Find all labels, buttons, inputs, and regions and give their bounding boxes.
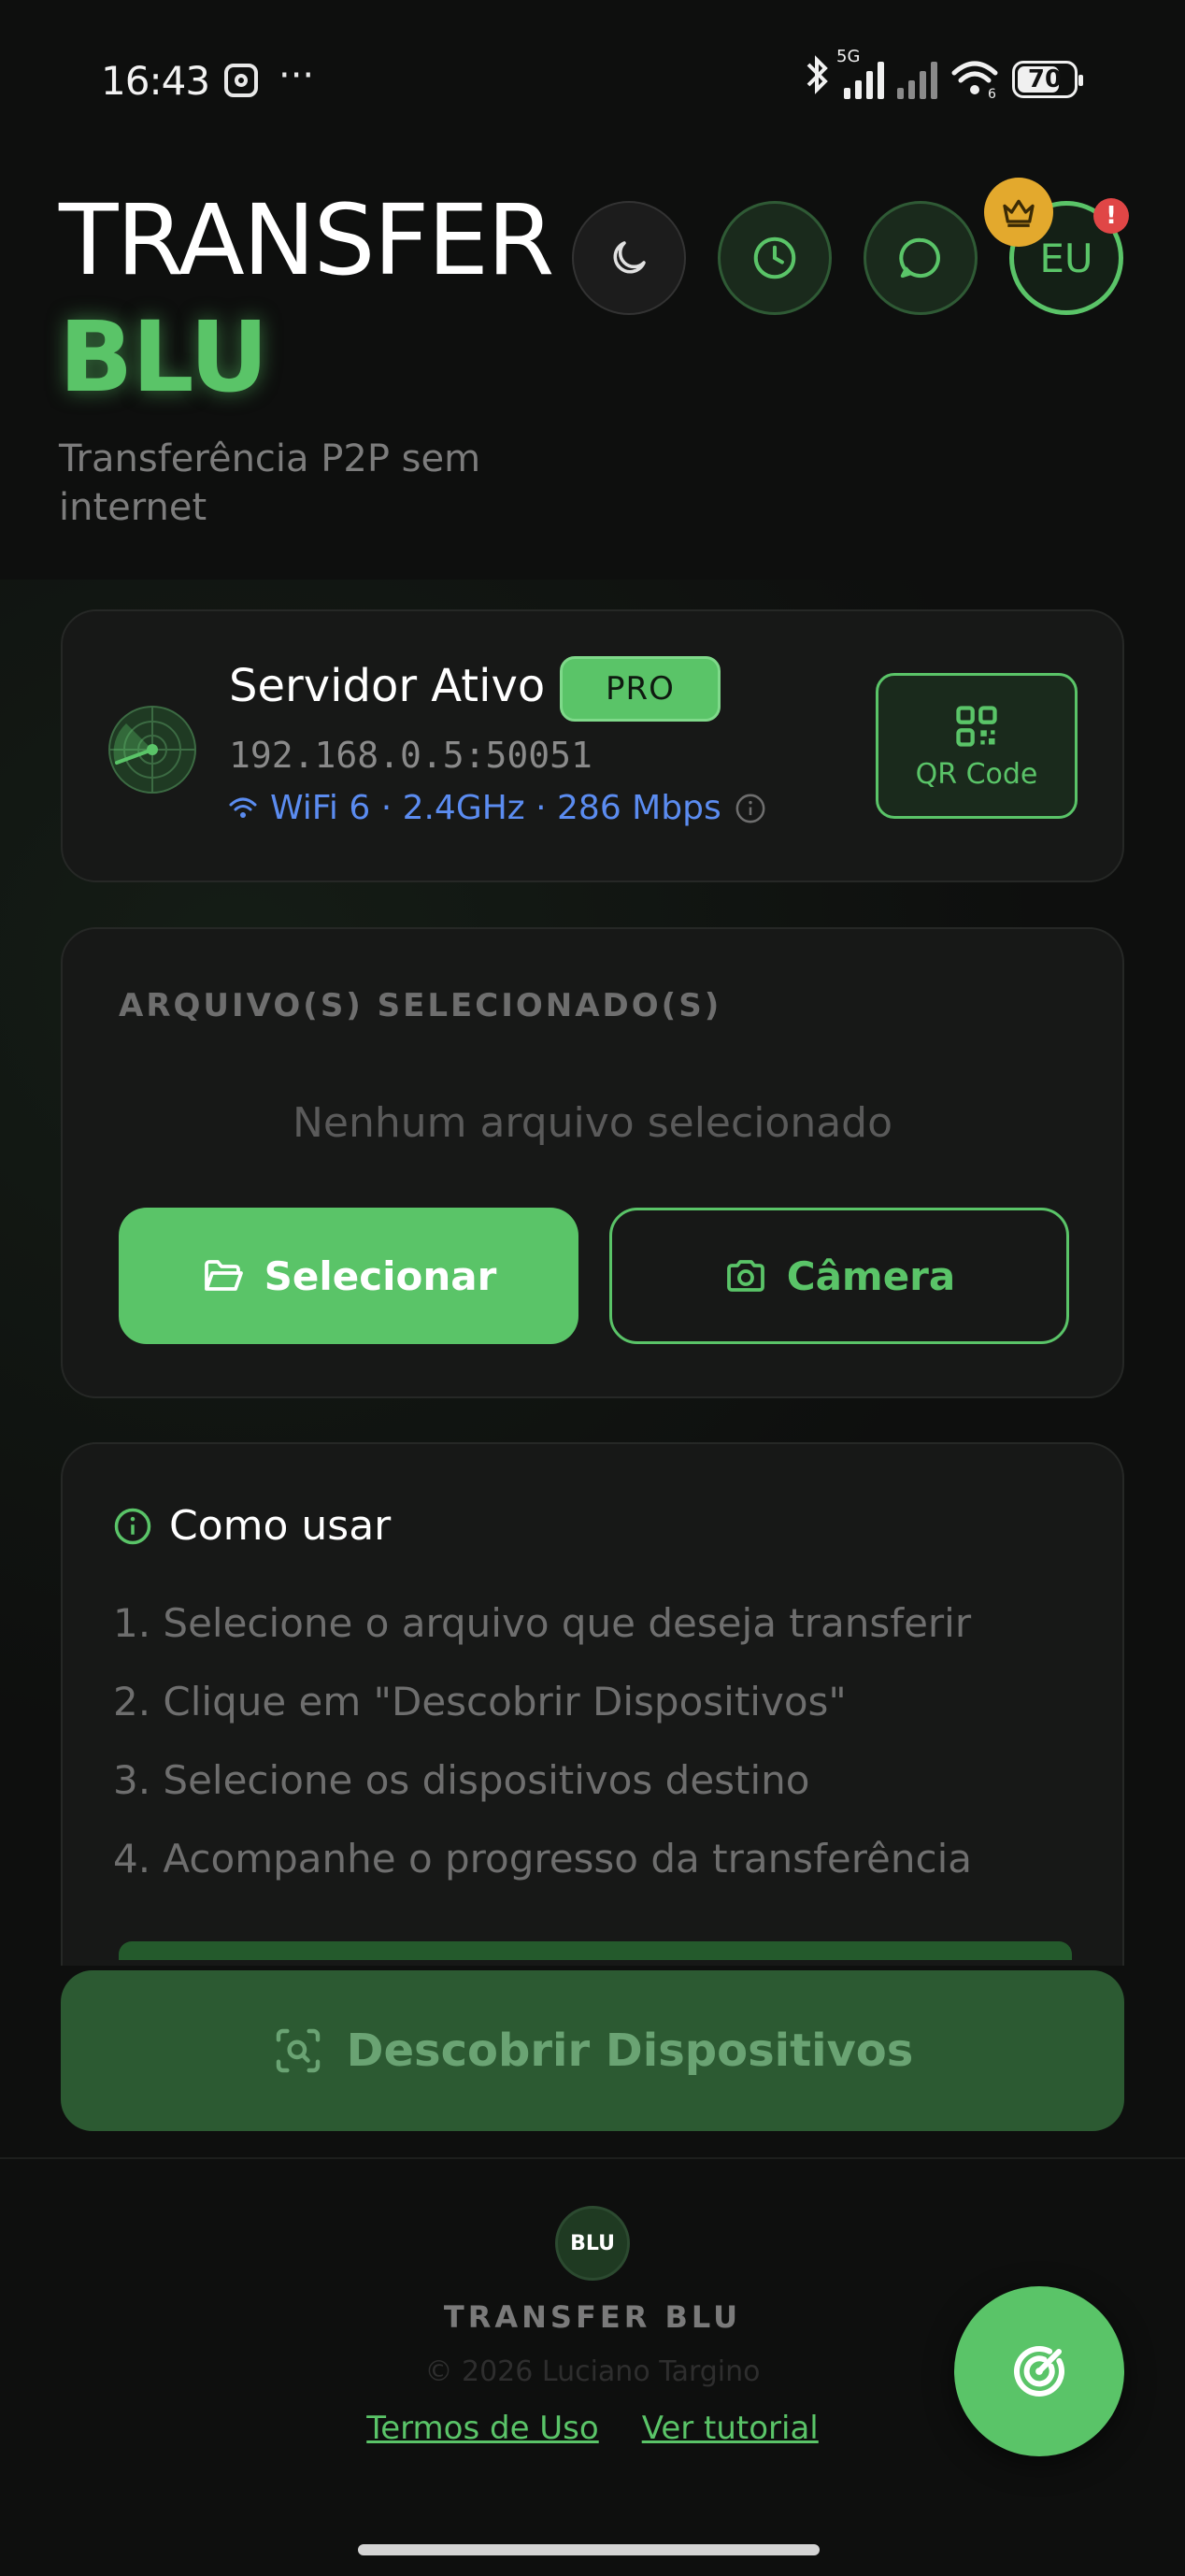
wifi-info-text: WiFi 6 · 2.4GHz · 286 Mbps — [270, 789, 721, 827]
instagram-icon — [224, 64, 258, 97]
home-indicator[interactable] — [358, 2544, 820, 2555]
how-to-card: Como usar 1. Selecione o arquivo que des… — [61, 1442, 1124, 1966]
wifi-icon: 6 — [950, 60, 999, 102]
svg-text:6: 6 — [988, 87, 996, 99]
scan-search-icon — [276, 2028, 320, 2073]
battery-level: 70 — [1027, 65, 1063, 93]
select-file-label: Selecionar — [264, 1252, 497, 1299]
profile-label: EU — [1039, 235, 1093, 281]
radar-scan-fab[interactable] — [954, 2286, 1124, 2456]
camera-icon — [726, 1260, 764, 1292]
app-title-accent: BLU — [59, 300, 268, 414]
how-to-title-text: Como usar — [169, 1502, 392, 1550]
clock-icon — [753, 236, 796, 279]
wifi-signal-icon — [229, 797, 257, 818]
alert-badge: ! — [1093, 198, 1129, 234]
theme-toggle-button[interactable] — [572, 201, 686, 315]
selected-files-heading: ARQUIVO(S) SELECIONADO(S) — [119, 987, 722, 1024]
selected-files-card: ARQUIVO(S) SELECIONADO(S) Nenhum arquivo… — [61, 927, 1124, 1398]
server-status-card: Servidor Ativo PRO 192.168.0.5:50051 WiF… — [61, 609, 1124, 882]
qr-code-button[interactable]: QR Code — [876, 673, 1078, 819]
qr-code-icon — [956, 705, 997, 747]
wifi-info: WiFi 6 · 2.4GHz · 286 Mbps — [229, 789, 766, 827]
app-title: TRANSFER — [59, 183, 554, 297]
more-icon: ··· — [278, 54, 315, 97]
server-title: Servidor Ativo — [229, 660, 546, 712]
chat-icon — [899, 237, 940, 279]
select-file-button[interactable]: Selecionar — [119, 1208, 578, 1344]
network-tag: 5G — [836, 47, 861, 66]
how-to-step: 2. Clique em "Descobrir Dispositivos" — [113, 1679, 847, 1724]
radar-icon — [108, 706, 196, 794]
how-to-steps: 1. Selecione o arquivo que deseja transf… — [113, 1584, 972, 1898]
info-icon[interactable] — [735, 793, 766, 824]
how-to-step: 4. Acompanhe o progresso da transferênci… — [113, 1836, 972, 1882]
camera-label: Câmera — [786, 1252, 956, 1299]
footer-logo: BLU — [555, 2206, 630, 2281]
status-icons: 5G 6 70 — [805, 47, 1083, 104]
history-button[interactable] — [718, 201, 832, 315]
pro-badge: PRO — [560, 656, 721, 722]
app-subtitle: Transferência P2P sem internet — [59, 437, 481, 529]
server-address: 192.168.0.5:50051 — [229, 735, 592, 776]
qr-code-label: QR Code — [915, 757, 1038, 791]
how-to-title: Como usar — [113, 1502, 391, 1550]
crown-icon — [984, 178, 1053, 247]
scroll-overflow-edge — [119, 1941, 1072, 1960]
how-to-step: 3. Selecione os dispositivos destino — [113, 1757, 810, 1803]
terms-link[interactable]: Termos de Uso — [366, 2410, 598, 2447]
no-files-text: Nenhum arquivo selecionado — [292, 1099, 893, 1147]
status-time: 16:43 — [101, 58, 210, 104]
radar-scan-icon — [1014, 2345, 1065, 2397]
battery-icon: 70 — [1012, 61, 1083, 98]
status-bar: 16:43 ··· 5G 6 70 — [0, 0, 1185, 164]
footer-divider — [0, 2157, 1185, 2159]
signal-icon: 5G — [836, 47, 884, 99]
how-to-step: 1. Selecione o arquivo que deseja transf… — [113, 1600, 972, 1646]
moon-icon — [613, 241, 646, 274]
info-circle-icon — [114, 1508, 151, 1544]
discover-devices-button[interactable]: Descobrir Dispositivos — [61, 1970, 1124, 2131]
tutorial-link[interactable]: Ver tutorial — [642, 2410, 819, 2447]
folder-icon — [204, 1260, 243, 1291]
camera-button[interactable]: Câmera — [609, 1208, 1069, 1344]
chat-button[interactable] — [864, 201, 978, 315]
discover-devices-label: Descobrir Dispositivos — [346, 2025, 914, 2077]
bluetooth-icon — [805, 55, 831, 104]
signal-secondary-icon — [897, 60, 937, 99]
